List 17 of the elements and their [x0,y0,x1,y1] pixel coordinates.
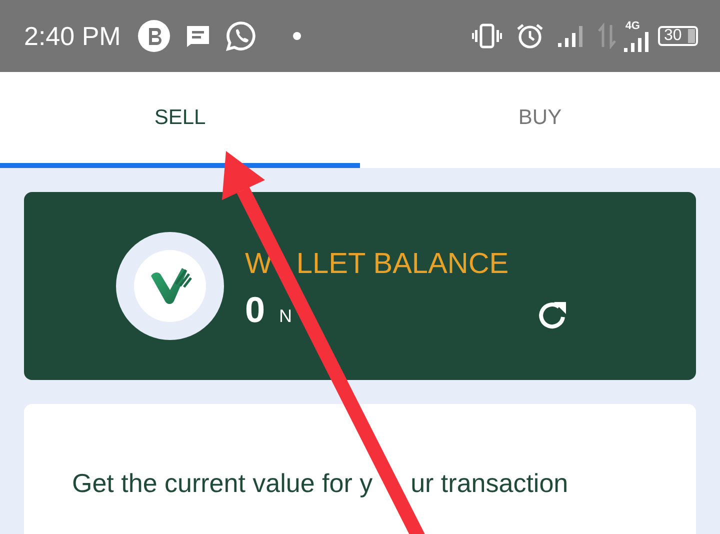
signal-icon [624,32,650,52]
info-text: Get the current value for y [72,468,373,499]
alarm-icon [516,22,544,50]
currency-label: N [279,306,292,326]
signal-icon [558,24,584,48]
message-icon [184,24,211,48]
status-time: 2:40 PM [24,20,121,52]
b-letter-icon [136,19,171,53]
battery-indicator: 30 [658,26,698,46]
info-text: ur transaction [410,468,568,499]
vibrate-icon [472,23,502,49]
dot-icon [292,32,301,40]
balance-amount: 0 [245,288,266,330]
network-type-label: 4G [625,20,640,32]
chat-phone-icon [224,20,257,52]
wallet-title-text: LLET BALANCE [296,248,509,280]
data-arrows-icon [598,23,616,49]
